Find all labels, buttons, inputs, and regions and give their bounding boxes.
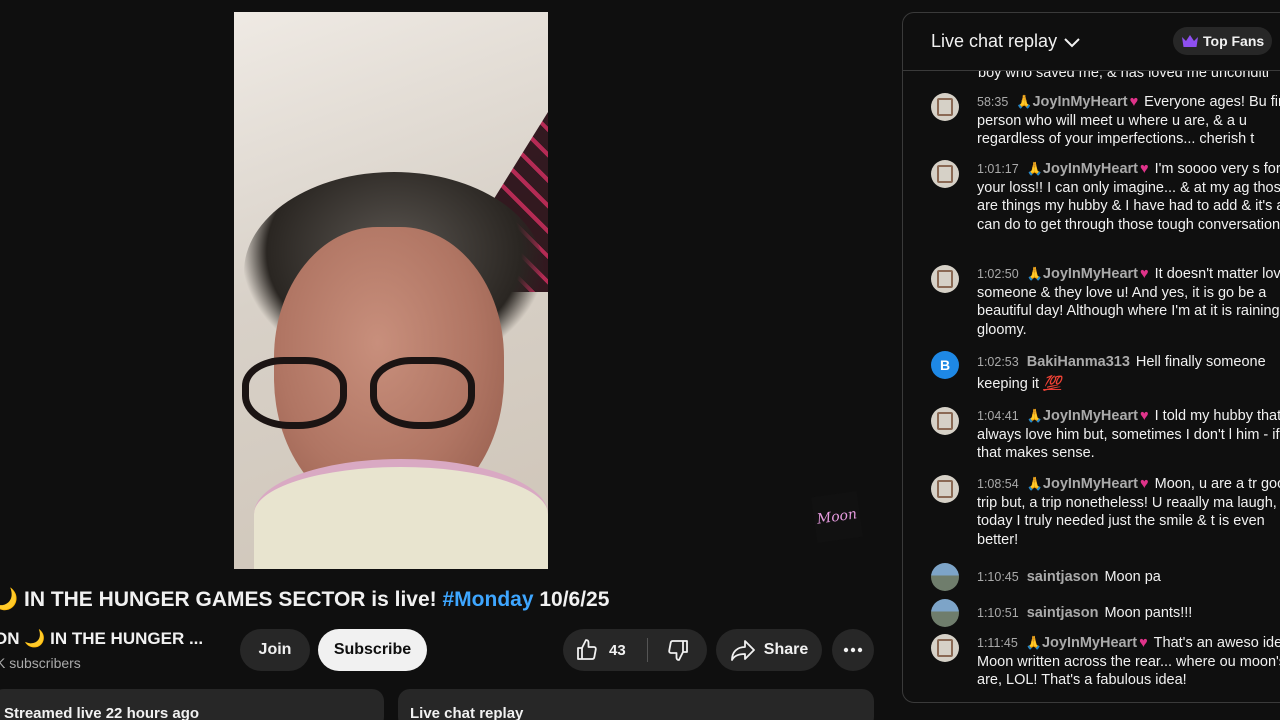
like-button[interactable]: 43 — [563, 638, 647, 662]
message-text: Moon pa — [1104, 569, 1161, 585]
chat-message: 1:11:45🙏JoyInMyHeart♥That's an aweso ide… — [931, 634, 1280, 690]
avatar[interactable] — [931, 563, 959, 591]
message-time: 1:10:51 — [977, 606, 1019, 620]
heart-icon: ♥ — [1140, 408, 1149, 424]
more-actions-button[interactable] — [832, 629, 874, 671]
join-button[interactable]: Join — [240, 629, 310, 671]
message-author[interactable]: JoyInMyHeart ♥ — [1043, 408, 1149, 424]
message-author[interactable]: JoyInMyHeart ♥ — [1043, 266, 1149, 282]
thumbs-up-icon — [577, 639, 597, 660]
crown-icon — [1182, 35, 1198, 47]
chat-message: 58:35🙏JoyInMyHeart♥Everyone ages! Bu fin… — [931, 93, 1280, 149]
praying-emoji-icon: 🙏 — [1025, 635, 1042, 650]
chat-message-list[interactable]: boy who saved me, & has loved me uncondi… — [903, 71, 1280, 702]
youtube-watch-page: Moon 🌙 IN THE HUNGER GAMES SECTOR is liv… — [0, 0, 1280, 720]
message-author[interactable]: JoyInMyHeart ♥ — [1042, 635, 1148, 651]
avatar[interactable] — [931, 93, 959, 121]
message-time: 1:11:45 — [977, 636, 1018, 650]
message-time: 1:01:17 — [977, 162, 1019, 176]
message-author[interactable]: JoyInMyHeart ♥ — [1043, 476, 1149, 492]
title-suffix: 10/6/25 — [533, 588, 610, 611]
person-glasses — [242, 357, 482, 437]
message-author[interactable]: saintjason — [1027, 569, 1099, 585]
hundred-emoji-icon: 💯 — [1043, 376, 1062, 392]
chat-title: Live chat replay — [931, 31, 1058, 51]
avatar[interactable]: B — [931, 351, 959, 379]
chat-message: 1:02:50 🙏JoyInMyHeart ♥ It doesn't matter l… — [931, 265, 1280, 339]
share-label: Share — [763, 641, 809, 658]
like-dislike-group: 43 — [563, 629, 707, 671]
live-chat-panel: Live chat replay Top Fans boy who saved … — [902, 12, 1280, 703]
chat-message-cut: boy who saved me, & has loved me uncondi… — [978, 71, 1269, 81]
message-author[interactable]: JoyInMyHeart ♥ — [1043, 161, 1149, 177]
thumbs-down-icon — [667, 640, 688, 661]
share-button[interactable]: Share — [716, 629, 822, 671]
chat-replay-card-label: Live chat replay — [410, 705, 524, 720]
avatar[interactable] — [931, 599, 959, 627]
heart-icon: ♥ — [1140, 161, 1149, 177]
chat-header: Live chat replay Top Fans — [903, 13, 1280, 71]
chat-message: 1:08:54 🙏JoyInMyHeart ♥ Moon, u are a tr go… — [931, 475, 1280, 549]
heart-icon: ♥ — [1139, 635, 1148, 651]
message-author[interactable]: JoyInMyHeart ♥ — [1032, 94, 1138, 110]
avatar[interactable] — [931, 265, 959, 293]
avatar[interactable] — [931, 407, 959, 435]
praying-emoji-icon: 🙏 — [1016, 94, 1033, 109]
streamed-text: Streamed live 22 hours ago — [4, 705, 200, 720]
message-time: 1:02:53 — [977, 355, 1019, 369]
share-arrow-icon — [730, 640, 755, 661]
chat-message: 1:04:41 🙏JoyInMyHeart ♥ I told my hubby tha… — [931, 407, 1280, 463]
heart-icon: ♥ — [1129, 94, 1139, 110]
title-hashtag-link[interactable]: #Monday — [443, 588, 534, 611]
avatar[interactable] — [931, 475, 959, 503]
chat-message: 1:01:17 🙏JoyInMyHeart ♥ I'm soooo very s fo… — [931, 160, 1280, 234]
avatar[interactable] — [931, 634, 959, 662]
more-horizontal-icon — [843, 647, 863, 653]
chat-replay-card[interactable]: Live chat replay — [398, 689, 874, 720]
message-author[interactable]: BakiHanma313 — [1027, 354, 1130, 370]
heart-icon: ♥ — [1140, 476, 1149, 492]
person-shirt — [254, 459, 548, 569]
avatar[interactable] — [931, 160, 959, 188]
like-count: 43 — [609, 641, 626, 659]
description-card[interactable]: Streamed live 22 hours ago — [0, 689, 384, 720]
subscribe-button[interactable]: Subscribe — [318, 629, 427, 671]
praying-emoji-icon: 🙏 — [1026, 408, 1043, 423]
message-time: 1:10:45 — [977, 570, 1019, 584]
chevron-down-icon — [1064, 37, 1080, 47]
message-text: Moon pants!!! — [1104, 605, 1193, 621]
praying-emoji-icon: 🙏 — [1026, 161, 1043, 176]
heart-icon: ♥ — [1140, 266, 1149, 282]
chat-message: 1:10:51 saintjason Moon pants!!! — [931, 599, 1280, 627]
channel-name[interactable]: ON 🌙 IN THE HUNGER ... — [0, 629, 203, 649]
channel-watermark[interactable]: Moon — [811, 491, 863, 543]
message-time: 1:08:54 — [977, 477, 1019, 491]
chat-message: 1:10:45 saintjason Moon pa — [931, 563, 1280, 591]
message-time: 58:35 — [977, 95, 1009, 109]
praying-emoji-icon: 🙏 — [1026, 476, 1043, 491]
message-time: 1:02:50 — [977, 267, 1019, 281]
video-player[interactable] — [234, 12, 548, 569]
message-time: 1:04:41 — [977, 409, 1019, 423]
top-fans-label: Top Fans — [1203, 33, 1265, 49]
praying-emoji-icon: 🙏 — [1026, 266, 1043, 281]
chat-message: B 1:02:53 BakiHanma313 Hell finally someon… — [931, 351, 1280, 395]
video-title: 🌙 IN THE HUNGER GAMES SECTOR is live! #M… — [0, 588, 609, 612]
chat-mode-dropdown[interactable]: Live chat replay — [931, 31, 1081, 52]
dislike-button[interactable] — [648, 638, 707, 662]
top-fans-button[interactable]: Top Fans — [1173, 27, 1273, 55]
subscriber-count: K subscribers — [0, 655, 81, 671]
message-author[interactable]: saintjason — [1027, 605, 1099, 621]
title-prefix: 🌙 IN THE HUNGER GAMES SECTOR is live! — [0, 588, 443, 611]
